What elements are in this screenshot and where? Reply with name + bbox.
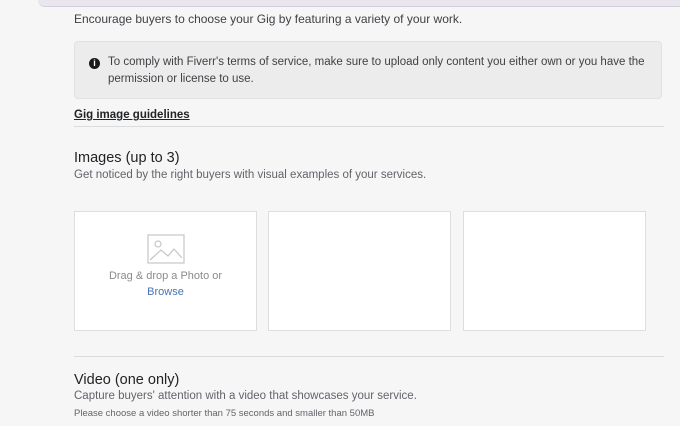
image-upload-slot-1[interactable]: Drag & drop a Photo or Browse [74, 211, 257, 331]
image-upload-slot-2[interactable] [268, 211, 451, 331]
terms-notice: i To comply with Fiverr's terms of servi… [74, 41, 662, 99]
video-section-title: Video (one only) [74, 372, 180, 388]
browse-link[interactable]: Browse [75, 286, 256, 298]
photo-icon [147, 234, 185, 264]
terms-notice-text: To comply with Fiverr's terms of service… [108, 56, 645, 85]
info-icon: i [89, 58, 100, 69]
image-upload-slot-3[interactable] [463, 211, 646, 331]
gallery-intro-text: Encourage buyers to choose your Gig by f… [74, 12, 463, 26]
top-panel-edge [38, 0, 680, 7]
video-size-note: Please choose a video shorter than 75 se… [74, 408, 375, 419]
images-section-subtitle: Get noticed by the right buyers with vis… [74, 169, 427, 181]
video-section-subtitle: Capture buyers' attention with a video t… [74, 390, 417, 402]
gig-image-guidelines-link[interactable]: Gig image guidelines [74, 109, 190, 121]
images-section-title: Images (up to 3) [74, 150, 180, 166]
divider [74, 356, 664, 357]
drag-drop-text: Drag & drop a Photo or [108, 270, 223, 282]
divider [74, 126, 664, 127]
